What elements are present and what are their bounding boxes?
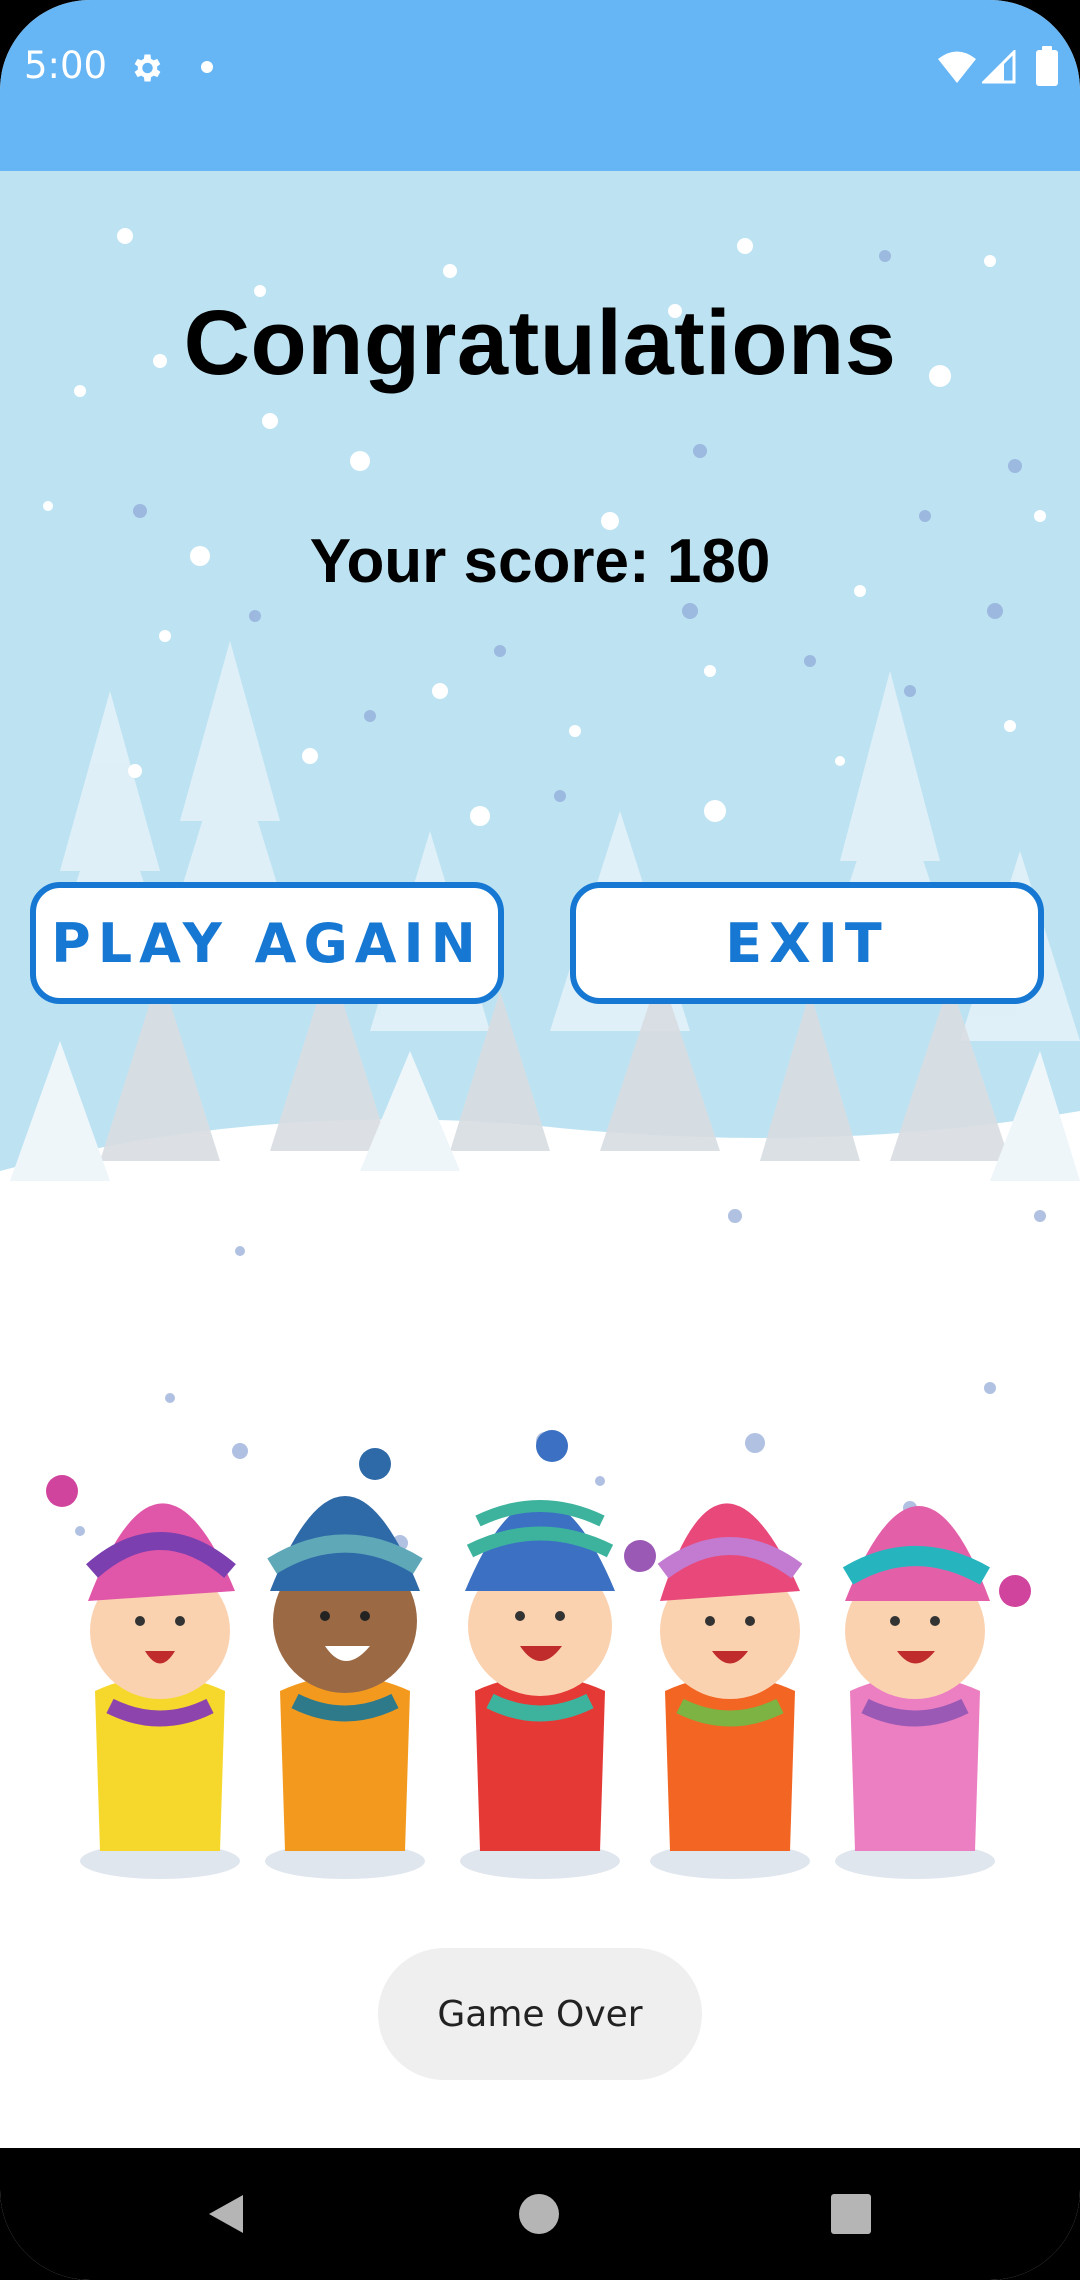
wifi-icon [938,51,976,83]
home-icon[interactable] [518,2193,560,2235]
phone-screen: 5:00 Congratulations Your score: 180 PLA… [0,0,1080,2280]
status-bar: 5:00 [0,0,1080,171]
score-label: Your score: 180 [309,527,771,596]
status-time: 5:00 [24,44,108,87]
navigation-bar [0,2148,1080,2280]
kid-4-image [624,1503,810,1879]
kid-3-image [460,1430,620,1879]
kid-5-image [835,1506,1031,1879]
kid-1-image [46,1475,240,1879]
play-again-button[interactable]: PLAY AGAIN [30,882,504,1004]
battery-icon [1036,46,1058,86]
congratulations-title: Congratulations [183,292,897,394]
kid-2-image [265,1448,425,1879]
recents-icon[interactable] [830,2193,872,2235]
back-icon[interactable] [203,2191,249,2237]
notification-dot-icon [201,61,213,73]
game-over-screen: Congratulations Your score: 180 PLAY AGA… [0,171,1080,2148]
game-over-toast: Game Over [378,1948,702,2080]
gear-icon [134,54,161,82]
exit-button[interactable]: EXIT [570,882,1044,1004]
signal-icon [982,50,1016,84]
kids-illustration [46,1430,1031,1879]
